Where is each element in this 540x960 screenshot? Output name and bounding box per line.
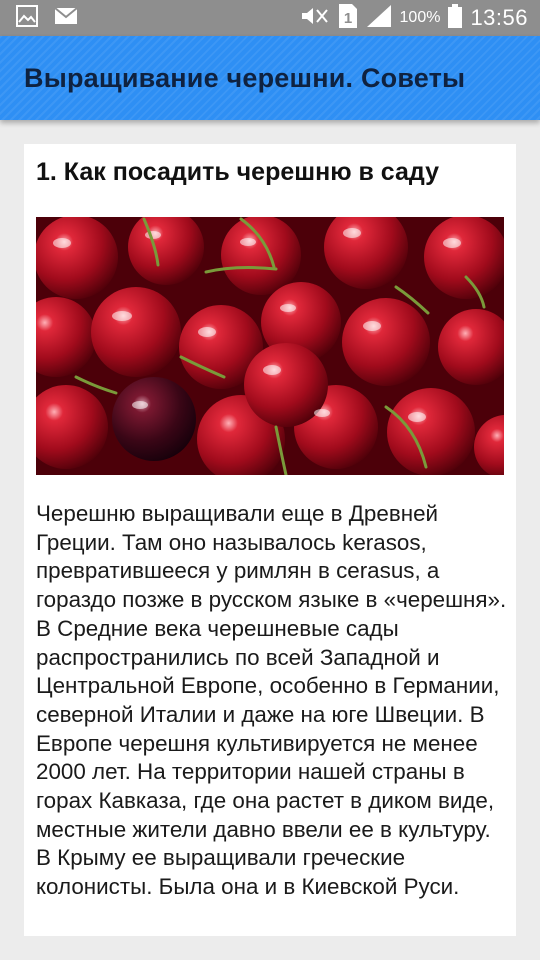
mail-icon [54,6,78,30]
gallery-icon [16,4,38,32]
battery-icon [448,3,463,33]
clock: 13:56 [470,5,528,30]
sim-icon: 1 [338,3,358,34]
article-title: 1. Как посадить черешню в саду [36,158,440,186]
signal-icon [366,4,392,33]
status-bar: 1 100% 13:56 [0,0,540,36]
app-bar: Выращивание черешни. Советы [0,36,540,120]
cherries-photo [36,217,504,475]
battery-percent: 100% [399,9,441,26]
app-title: Выращивание черешни. Советы [24,62,466,93]
article-body: Черешню выращивали еще в Древней Греции.… [36,501,507,900]
mute-icon [300,5,330,32]
article-card[interactable]: 1. Как посадить черешню в саду Черешню в… [24,144,516,936]
svg-text:1: 1 [343,10,351,27]
